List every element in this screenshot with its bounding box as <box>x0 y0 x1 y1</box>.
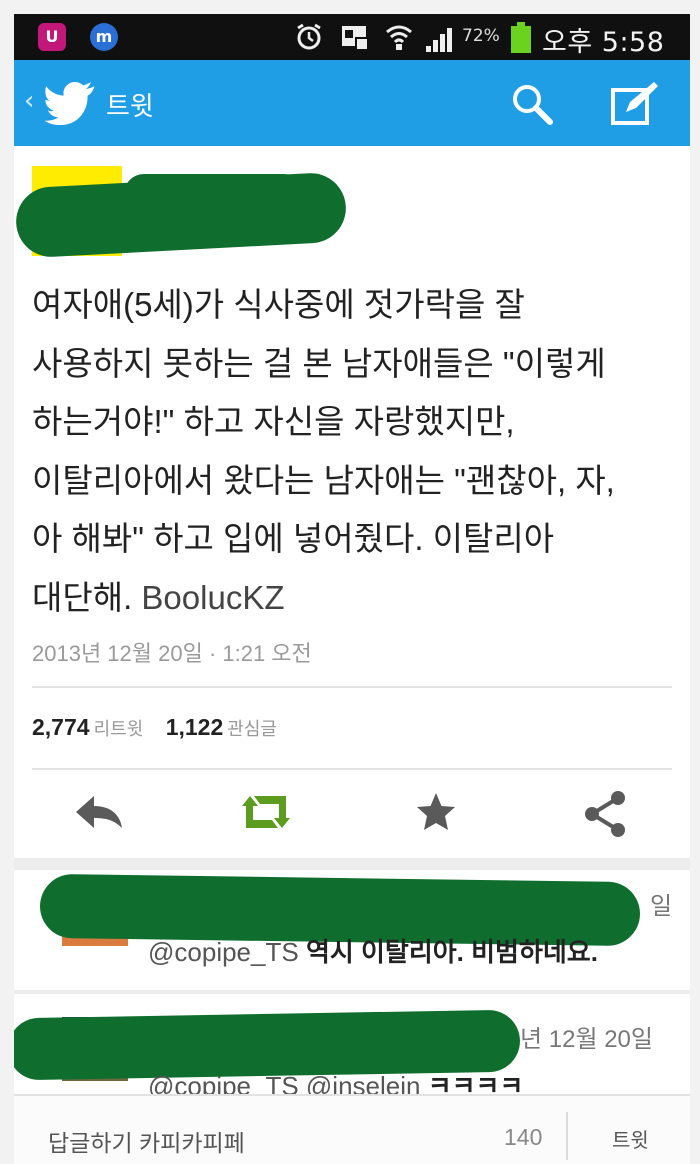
messenger-icon: m <box>90 23 118 51</box>
tweet-line: 사용하지 못하는 걸 본 남자애들은 "이렇게 <box>32 344 606 382</box>
twitter-bird-icon[interactable] <box>42 82 98 126</box>
alarm-icon <box>297 23 321 50</box>
app-screen: U m 72% 오후 5:58 ‹ 트윗 여자애(5세)가 식사중에 젓가락을 … <box>14 14 690 1164</box>
action-bar: ‹ 트윗 <box>14 60 690 146</box>
share-icon[interactable] <box>582 790 630 838</box>
tweet-timestamp: 2013년 12월 20일 · 1:21 오전 <box>32 641 312 666</box>
battery-icon <box>511 22 531 53</box>
tweet-line: 이탈리아에서 왔다는 남자애는 "괜찮아, 자, <box>32 461 615 499</box>
signal-icon <box>426 28 452 52</box>
tweet-text: 여자애(5세)가 식사중에 젓가락을 잘 사용하지 못하는 걸 본 남자애들은 … <box>32 276 682 627</box>
tweet-line: 하는거야!" 하고 자신을 자랑했지만, <box>32 403 515 440</box>
wifi-icon <box>386 25 412 50</box>
battery-percent: 72% <box>462 26 500 46</box>
search-icon[interactable] <box>510 82 554 126</box>
section-gap <box>14 858 690 870</box>
divider <box>566 1112 568 1160</box>
tweet-signature: BoolucKZ <box>141 578 285 616</box>
char-counter: 140 <box>504 1124 543 1150</box>
tweet-line: 대단해. <box>32 578 133 616</box>
tweet-stats: 2,774 리트윗 1,122 관심글 <box>32 714 295 741</box>
reply-icon[interactable] <box>74 790 126 834</box>
retweet-icon[interactable] <box>236 790 296 834</box>
tweet-line: 여자애(5세)가 식사중에 젓가락을 잘 <box>32 286 525 323</box>
favorite-count[interactable]: 1,122 <box>166 714 224 740</box>
divider <box>32 768 672 770</box>
reply-composer: 답글하기 카피카피페 140 트윗 <box>14 1094 690 1164</box>
reply-date: 년 12월 20일 <box>520 1026 653 1053</box>
reply-text: @copipe_TS 역시 이탈리아. 비범하네요. <box>148 932 598 969</box>
tweet-line: 아 해봐" 하고 입에 넣어줬다. 이탈리아 <box>32 520 555 557</box>
lg-uplus-icon: U <box>38 23 66 51</box>
favorite-star-icon[interactable] <box>414 790 458 834</box>
divider <box>32 686 672 688</box>
reply-mentions[interactable]: @copipe_TS <box>148 937 299 967</box>
retweet-count[interactable]: 2,774 <box>32 714 90 740</box>
status-bar: U m 72% 오후 5:58 <box>14 14 690 60</box>
page-title: 트윗 <box>106 91 154 121</box>
tweet-line-last: 대단해. BoolucKZ <box>32 569 682 628</box>
redacted-author-name-stroke <box>124 174 304 214</box>
back-chevron-icon[interactable]: ‹ <box>24 86 34 116</box>
clock: 오후 5:58 <box>542 27 665 58</box>
reply-body: 역시 이탈리아. 비범하네요. <box>305 937 598 967</box>
gallery-notification-icon <box>342 26 369 51</box>
compose-icon[interactable] <box>610 82 660 126</box>
reply-input[interactable]: 답글하기 카피카피페 <box>48 1124 245 1158</box>
reply-date: 일 <box>650 893 673 920</box>
tweet-send-button[interactable]: 트윗 <box>612 1124 649 1153</box>
favorite-label: 관심글 <box>227 719 277 739</box>
retweet-label: 리트윗 <box>93 719 144 739</box>
section-gap <box>14 990 690 994</box>
